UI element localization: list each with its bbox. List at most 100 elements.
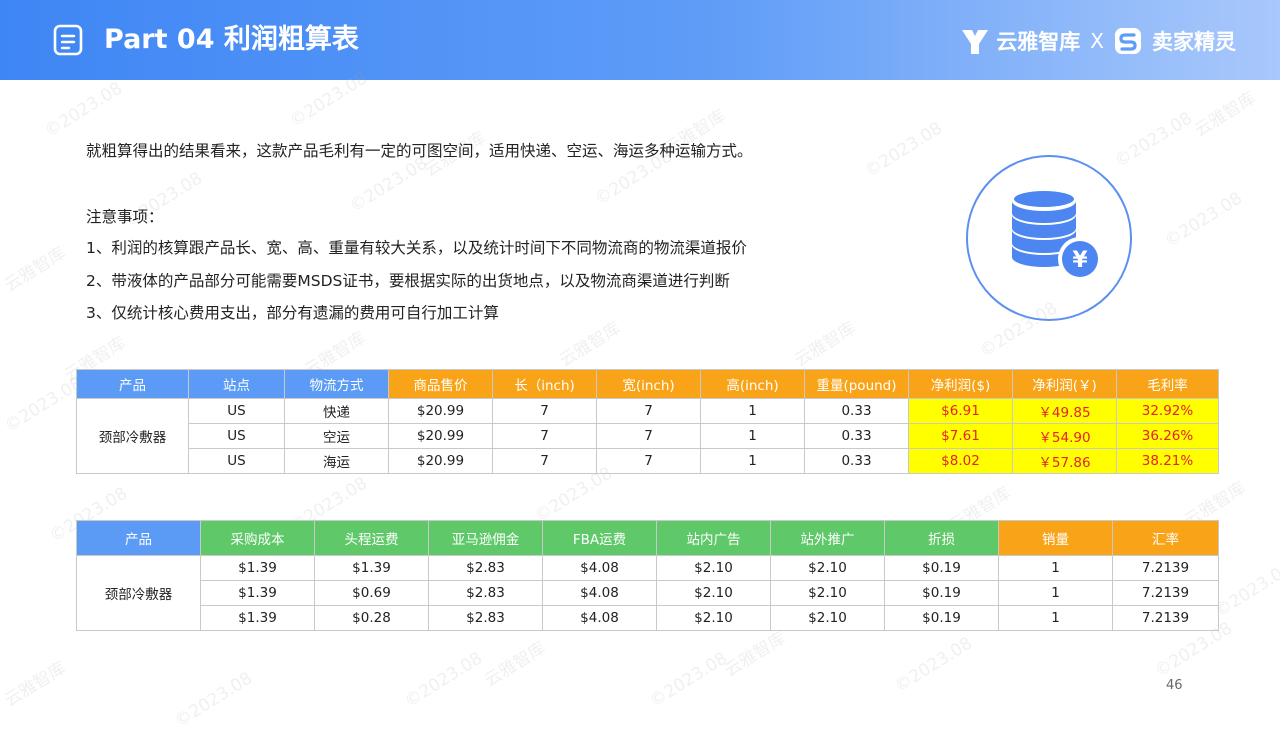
- col-header: 净利润(￥): [1012, 369, 1117, 399]
- table-cell: 7.2139: [1112, 605, 1219, 631]
- col-header: 站外推广: [770, 520, 885, 556]
- table-cell: 7: [492, 398, 597, 424]
- highlight-cell: ￥49.85: [1012, 398, 1117, 424]
- col-header: 亚马逊佣金: [428, 520, 543, 556]
- table-cell: $2.10: [770, 580, 885, 606]
- highlight-cell: 38.21%: [1116, 448, 1219, 474]
- table-cell: 1: [998, 580, 1113, 606]
- brand-logos: 云雅智库 X 卖家精灵: [960, 24, 1236, 58]
- watermark: 云雅智库: [791, 318, 860, 372]
- seller-sprite-logo-icon: [1115, 28, 1141, 54]
- watermark: ©2023.08: [346, 153, 431, 217]
- table-cell: 海运: [284, 448, 389, 474]
- money-coins-icon: ¥: [1012, 191, 1102, 281]
- table-cell: $1.39: [200, 555, 315, 581]
- col-header: 产品: [76, 520, 201, 556]
- table-cell: $4.08: [542, 605, 657, 631]
- table-cell: 1: [700, 448, 805, 474]
- table-row: US 空运 $20.99 7 7 1 0.33 $7.61 ￥54.90 36.…: [77, 423, 1219, 449]
- table-cell: $2.10: [770, 605, 885, 631]
- col-header: 重量(pound): [804, 369, 909, 399]
- watermark: 云雅智库: [481, 638, 550, 692]
- col-header: 销量: [998, 520, 1113, 556]
- yunya-logo-icon: [962, 30, 989, 54]
- col-header: 站点: [188, 369, 285, 399]
- col-header: 折损: [884, 520, 999, 556]
- table-cell: $0.28: [314, 605, 429, 631]
- table-cell: 1: [998, 555, 1113, 581]
- col-header: 汇率: [1112, 520, 1219, 556]
- highlight-cell: 36.26%: [1116, 423, 1219, 449]
- table-row: US 海运 $20.99 7 7 1 0.33 $8.02 ￥57.86 38.…: [77, 448, 1219, 474]
- watermark: 云雅智库: [1, 243, 70, 297]
- col-header: 净利润($): [908, 369, 1013, 399]
- table-cell: 0.33: [804, 448, 909, 474]
- highlight-cell: ￥57.86: [1012, 448, 1117, 474]
- note-item: 1、利润的核算跟产品长、宽、高、重量有较大关系，以及统计时间下不同物流商的物流渠…: [86, 239, 747, 257]
- col-header: 头程运费: [314, 520, 429, 556]
- table-header-row: 产品 站点 物流方式 商品售价 长（inch) 宽(inch) 高(inch) …: [76, 369, 1219, 399]
- col-header: 产品: [76, 369, 189, 399]
- highlight-cell: $7.61: [908, 423, 1013, 449]
- product-cell: 颈部冷敷器: [76, 398, 189, 474]
- table-row: 颈部冷敷器 $1.39 $1.39 $2.83 $4.08 $2.10 $2.1…: [76, 555, 1219, 631]
- profit-table: 产品 站点 物流方式 商品售价 长（inch) 宽(inch) 高(inch) …: [76, 369, 1219, 474]
- table-cell: 0.33: [804, 398, 909, 424]
- brand-separator: X: [1090, 29, 1104, 53]
- table-cell: 7: [492, 423, 597, 449]
- col-header: 高(inch): [700, 369, 805, 399]
- table-cell: 7.2139: [1112, 580, 1219, 606]
- table-cell: 7: [596, 398, 701, 424]
- product-cell: 颈部冷敷器: [76, 555, 201, 631]
- col-header: 采购成本: [200, 520, 315, 556]
- col-header: 宽(inch): [596, 369, 701, 399]
- table-cell: $1.39: [314, 555, 429, 581]
- note-item: 2、带液体的产品部分可能需要MSDS证书，要根据实际的出货地点，以及物流商渠道进…: [86, 272, 730, 290]
- highlight-cell: 32.92%: [1116, 398, 1219, 424]
- table-cell: $20.99: [388, 398, 493, 424]
- brand-left-name: 云雅智库: [996, 30, 1081, 54]
- watermark: 云雅智库: [556, 318, 625, 372]
- watermark: ©2023.08: [1161, 188, 1246, 252]
- col-header: 长（inch): [492, 369, 597, 399]
- watermark: ©2023.08: [861, 118, 946, 182]
- slide-header: Part 04 利润粗算表 云雅智库 X 卖家精灵: [0, 0, 1280, 80]
- table-cell: 1: [998, 605, 1113, 631]
- table-cell: 7: [492, 448, 597, 474]
- watermark: ©2023.08: [891, 633, 976, 697]
- watermark: ©2023.08: [1, 373, 86, 437]
- table-cell: $2.83: [428, 580, 543, 606]
- table-cell: $2.83: [428, 555, 543, 581]
- table-cell: $2.10: [770, 555, 885, 581]
- table-cell: $0.19: [884, 555, 999, 581]
- table-row: 颈部冷敷器 US 快递 $20.99 7 7 1 0.33 $6.91 ￥49.…: [76, 398, 1219, 474]
- notes-title: 注意事项：: [86, 208, 164, 226]
- note-item: 3、仅统计核心费用支出，部分有遗漏的费用可自行加工计算: [86, 304, 499, 322]
- watermark: ©2023.08: [41, 78, 126, 142]
- table-header-row: 产品 采购成本 头程运费 亚马逊佣金 FBA运费 站内广告 站外推广 折损 销量…: [76, 520, 1219, 556]
- watermark: ©2023.08: [171, 668, 256, 732]
- table-cell: 1: [700, 398, 805, 424]
- intro-text: 就粗算得出的结果看来，这款产品毛利有一定的可图空间，适用快递、空运、海运多种运输…: [86, 142, 753, 160]
- money-illustration: ¥: [966, 155, 1132, 321]
- table-cell: 7.2139: [1112, 555, 1219, 581]
- table-cell: 0.33: [804, 423, 909, 449]
- page-title: Part 04 利润粗算表: [104, 24, 359, 55]
- table-cell: $0.69: [314, 580, 429, 606]
- table-cell: 空运: [284, 423, 389, 449]
- highlight-cell: $6.91: [908, 398, 1013, 424]
- col-header: 毛利率: [1116, 369, 1219, 399]
- table-cell: $1.39: [200, 605, 315, 631]
- table-cell: 7: [596, 448, 701, 474]
- table-cell: $0.19: [884, 580, 999, 606]
- col-header: 站内广告: [656, 520, 771, 556]
- watermark: ©2023.08: [1211, 558, 1280, 622]
- watermark: ©2023.08: [401, 648, 486, 712]
- col-header: 物流方式: [284, 369, 389, 399]
- table-cell: 7: [596, 423, 701, 449]
- table-cell: $2.10: [656, 580, 771, 606]
- table-cell: $20.99: [388, 423, 493, 449]
- col-header: FBA运费: [542, 520, 657, 556]
- highlight-cell: ￥54.90: [1012, 423, 1117, 449]
- col-header: 商品售价: [388, 369, 493, 399]
